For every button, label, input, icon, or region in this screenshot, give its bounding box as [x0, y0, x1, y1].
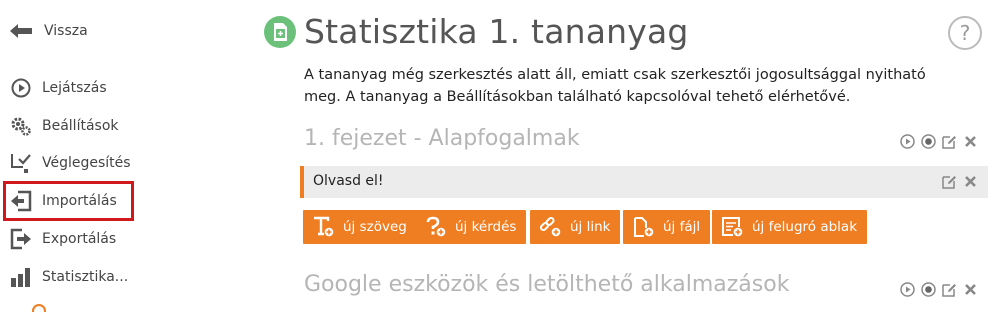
draft-notice: A tananyag még szerkesztés alatt áll, em… — [304, 67, 926, 105]
importalas-highlight-box — [3, 181, 134, 221]
play-icon[interactable] — [899, 281, 916, 298]
back-label: Vissza — [44, 23, 88, 39]
edit-icon[interactable] — [941, 281, 958, 298]
export-icon — [10, 228, 32, 250]
new-popup-button[interactable]: új felugró ablak — [712, 210, 868, 244]
task-toolbar — [941, 173, 979, 190]
gears-icon — [10, 115, 32, 137]
chapter-title[interactable]: 1. fejezet - Alapfogalmak — [304, 126, 580, 151]
finalize-check-icon — [10, 152, 32, 174]
edit-icon[interactable] — [941, 173, 958, 190]
sidebar-item-exportalas[interactable]: Exportálás — [10, 227, 116, 251]
new-text-button[interactable]: új szöveg — [303, 210, 417, 244]
chapter-toolbar — [899, 133, 979, 150]
document-icon — [264, 16, 296, 48]
close-icon[interactable] — [962, 133, 979, 150]
back-link[interactable]: Vissza — [10, 20, 88, 42]
sidebar-item-label: Statisztika... — [42, 269, 129, 285]
bar-chart-icon — [10, 266, 32, 288]
sidebar: Vissza Lejátszás Beállítások Véglegesíté… — [0, 0, 160, 312]
arrow-left-icon — [10, 20, 32, 42]
new-text-label: új szöveg — [343, 219, 407, 235]
edit-icon[interactable] — [941, 133, 958, 150]
play-icon[interactable] — [899, 133, 916, 150]
record-icon[interactable] — [920, 133, 937, 150]
new-link-icon — [538, 215, 562, 239]
new-file-button[interactable]: új fájl — [623, 210, 711, 244]
sidebar-item-beallitasok[interactable]: Beállítások — [10, 114, 119, 138]
help-button[interactable]: ? — [948, 16, 982, 50]
new-popup-label: új felugró ablak — [752, 219, 858, 235]
close-icon[interactable] — [962, 173, 979, 190]
sidebar-item-statisztika[interactable]: Statisztika... — [10, 265, 128, 289]
new-question-label: új kérdés — [455, 219, 517, 235]
sidebar-item-label: Lejátszás — [42, 80, 107, 96]
new-file-icon — [631, 215, 655, 239]
play-circle-icon — [10, 77, 32, 99]
chapter-title[interactable]: Google eszközök és letölthető alkalmazás… — [304, 272, 789, 297]
sidebar-item-label: Véglegesítés — [42, 155, 131, 171]
chapter-toolbar — [899, 281, 979, 298]
new-link-button[interactable]: új link — [530, 210, 621, 244]
task-row[interactable]: Olvasd el! — [300, 166, 988, 198]
new-question-icon — [423, 215, 447, 239]
sidebar-item-veglegesites[interactable]: Véglegesítés — [10, 151, 131, 175]
page-title: Statisztika 1. tananyag — [304, 12, 689, 51]
sidebar-partial-icon — [32, 304, 46, 312]
task-label: Olvasd el! — [313, 173, 384, 189]
new-file-label: új fájl — [663, 219, 701, 235]
close-icon[interactable] — [962, 281, 979, 298]
new-popup-icon — [720, 215, 744, 239]
sidebar-item-lejatszas[interactable]: Lejátszás — [10, 76, 107, 100]
sidebar-item-label: Beállítások — [42, 118, 119, 134]
new-link-label: új link — [570, 219, 611, 235]
new-text-icon — [311, 215, 335, 239]
new-question-button[interactable]: új kérdés — [415, 210, 527, 244]
record-icon[interactable] — [920, 281, 937, 298]
sidebar-item-label: Exportálás — [42, 231, 117, 247]
